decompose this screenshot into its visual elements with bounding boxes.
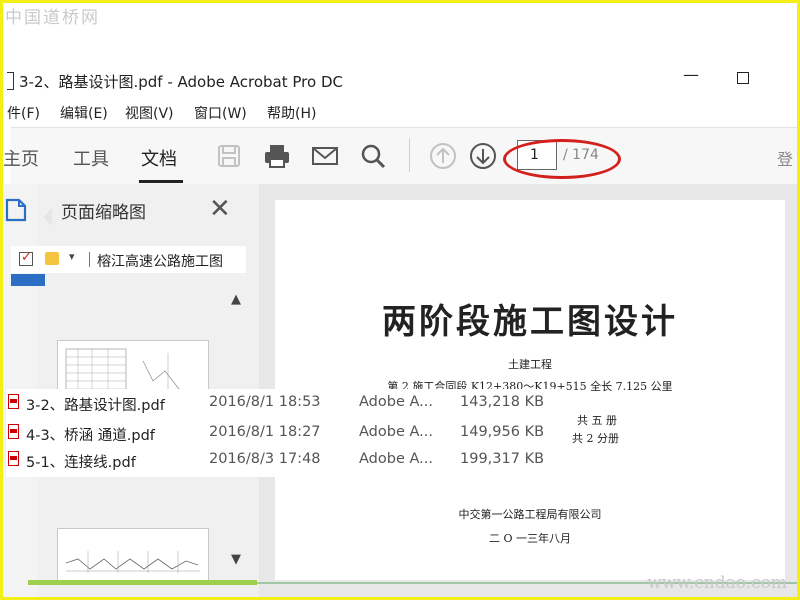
pdf-file-icon xyxy=(8,394,19,409)
file-name: 5-1、连接线.pdf xyxy=(26,455,136,471)
watermark-bottom: www.cndao.com xyxy=(647,573,787,593)
toolbar: 主页 工具 文档 1 / 174 登 xyxy=(3,127,797,185)
file-type: Adobe A... xyxy=(359,424,433,440)
panel-pointer xyxy=(43,208,52,226)
menu-edit[interactable]: 编辑(E) xyxy=(60,103,108,123)
scroll-down-icon[interactable]: ▼ xyxy=(231,552,241,567)
document-subvolume-count: 共 2 分册 xyxy=(572,432,619,445)
file-date: 2016/8/3 17:48 xyxy=(209,451,321,467)
pdf-file-icon xyxy=(8,424,19,439)
scroll-up-icon[interactable]: ▲ xyxy=(231,292,241,307)
menu-file[interactable]: 件(F) xyxy=(7,103,40,123)
app-icon xyxy=(7,72,14,90)
document-subtitle: 土建工程 xyxy=(508,358,552,371)
file-row[interactable]: 4-3、桥涵 通道.pdf 2016/8/1 18:27 Adobe A... … xyxy=(6,419,567,445)
pdf-file-icon xyxy=(8,451,19,466)
file-date: 2016/8/1 18:53 xyxy=(209,394,321,410)
save-icon[interactable] xyxy=(213,140,245,172)
chevron-down-icon[interactable]: ▾ xyxy=(69,250,75,263)
active-tab-indicator xyxy=(139,180,183,183)
menu-help[interactable]: 帮助(H) xyxy=(267,103,316,123)
menu-bar: 件(F) 编辑(E) 视图(V) 窗口(W) 帮助(H) xyxy=(3,99,797,125)
document-date: 二 O 一三年八月 xyxy=(488,532,571,545)
folder-icon xyxy=(45,252,59,265)
file-row[interactable]: 5-1、连接线.pdf 2016/8/3 17:48 Adobe A... 19… xyxy=(6,446,567,472)
menu-window[interactable]: 窗口(W) xyxy=(194,103,247,123)
window-title: 3-2、路基设计图.pdf - Adobe Acrobat Pro DC xyxy=(19,73,343,91)
file-date: 2016/8/1 18:27 xyxy=(209,424,321,440)
file-size: 199,317 KB xyxy=(460,451,545,467)
file-type: Adobe A... xyxy=(359,394,433,410)
search-icon[interactable] xyxy=(357,140,389,172)
select-checkbox[interactable]: ✓ xyxy=(19,250,33,266)
watermark-top: 中国道桥网 xyxy=(5,8,100,28)
file-size: 149,956 KB xyxy=(460,424,545,440)
maximize-button[interactable] xyxy=(737,72,749,84)
address-separator xyxy=(89,252,90,267)
screenshot-frame: 中国道桥网 3-2、路基设计图.pdf - Adobe Acrobat Pro … xyxy=(3,3,797,597)
file-name: 3-2、路基设计图.pdf xyxy=(26,398,165,414)
tab-document[interactable]: 文档 xyxy=(141,145,177,171)
check-icon: ✓ xyxy=(21,250,32,265)
highlight-annotation xyxy=(503,139,621,179)
document-title: 两阶段施工图设计 xyxy=(382,302,678,342)
file-name: 4-3、桥涵 通道.pdf xyxy=(26,428,155,444)
menu-view[interactable]: 视图(V) xyxy=(125,103,174,123)
thumbnail-page-2[interactable] xyxy=(57,528,209,582)
document-volume-count: 共 五 册 xyxy=(577,414,617,427)
page-thumbnails-icon[interactable] xyxy=(3,196,31,224)
file-size: 143,218 KB xyxy=(460,394,545,410)
mail-icon[interactable] xyxy=(309,140,341,172)
print-icon[interactable] xyxy=(261,140,293,172)
toolbar-separator xyxy=(409,138,410,172)
close-panel-button[interactable]: ✕ xyxy=(209,194,231,224)
arrow-up-icon[interactable] xyxy=(427,140,459,172)
arrow-down-icon[interactable] xyxy=(467,140,499,172)
folder-path[interactable]: 榕江高速公路施工图 xyxy=(97,251,223,271)
file-type: Adobe A... xyxy=(359,451,433,467)
sign-in-link[interactable]: 登 xyxy=(777,146,793,170)
explorer-address-bar: ✓ ▾ 榕江高速公路施工图 xyxy=(11,246,246,273)
tab-tools[interactable]: 工具 xyxy=(73,145,109,171)
document-company: 中交第一公路工程局有限公司 xyxy=(458,508,602,521)
tab-home[interactable]: 主页 xyxy=(3,145,39,171)
explorer-file-list: 3-2、路基设计图.pdf 2016/8/1 18:53 Adobe A... … xyxy=(6,389,567,477)
file-row[interactable]: 3-2、路基设计图.pdf 2016/8/1 18:53 Adobe A... … xyxy=(6,389,567,415)
title-bar: 3-2、路基设计图.pdf - Adobe Acrobat Pro DC — xyxy=(3,63,797,99)
selection-highlight xyxy=(11,274,45,286)
progress-strip xyxy=(28,580,257,585)
panel-title: 页面缩略图 xyxy=(61,203,146,223)
minimize-button[interactable]: — xyxy=(683,65,699,84)
